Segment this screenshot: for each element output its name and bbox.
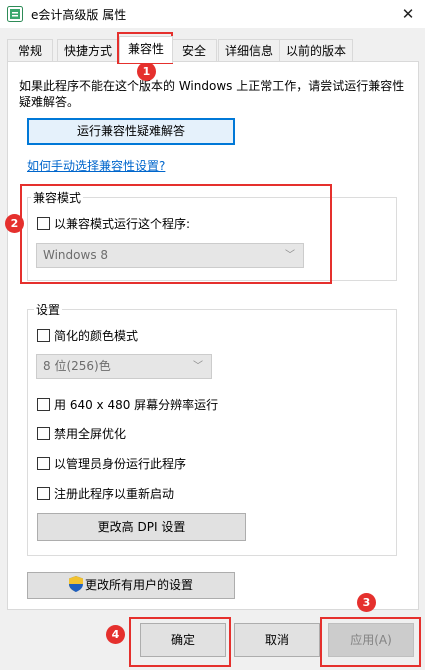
tab-compatibility[interactable]: 兼容性 <box>119 36 173 63</box>
tab-bar: 常规 快捷方式 兼容性 安全 详细信息 以前的版本 <box>7 36 418 63</box>
register-restart-checkbox[interactable] <box>37 487 50 500</box>
title-bar: e会计高级版 属性 ✕ <box>0 0 425 28</box>
tab-details[interactable]: 详细信息 <box>218 39 280 62</box>
run-as-admin-row[interactable]: 以管理员身份运行此程序 <box>37 456 186 472</box>
compat-mode-checkbox[interactable] <box>37 217 50 230</box>
cancel-button[interactable]: 取消 <box>234 623 320 657</box>
intro-text: 如果此程序不能在这个版本的 Windows 上正常工作，请尝试运行兼容性疑难解答… <box>19 79 405 109</box>
app-icon <box>7 6 23 22</box>
disable-fullscreen-row[interactable]: 禁用全屏优化 <box>37 426 126 442</box>
tab-previous-versions[interactable]: 以前的版本 <box>279 39 353 62</box>
annotation-badge-2: 2 <box>5 214 24 233</box>
uac-shield-icon <box>68 576 83 592</box>
reduced-color-row[interactable]: 简化的颜色模式 <box>37 328 138 344</box>
annotation-badge-1: 1 <box>137 62 156 81</box>
compat-mode-group-label: 兼容模式 <box>31 189 84 206</box>
register-restart-label: 注册此程序以重新启动 <box>54 487 175 501</box>
color-depth-select[interactable]: 8 位(256)色 ﹀ <box>36 354 212 379</box>
disable-fullscreen-checkbox[interactable] <box>37 427 50 440</box>
chevron-down-icon: ﹀ <box>285 250 295 261</box>
window-title: e会计高级版 属性 <box>31 8 127 22</box>
annotation-badge-4: 4 <box>106 625 125 644</box>
compat-mode-checkbox-label: 以兼容模式运行这个程序: <box>54 217 191 231</box>
change-all-users-button[interactable]: 更改所有用户的设置 <box>27 572 235 599</box>
compat-mode-group <box>27 197 397 281</box>
chevron-down-icon: ﹀ <box>193 361 203 372</box>
manual-compat-link[interactable]: 如何手动选择兼容性设置? <box>27 157 165 174</box>
compat-mode-checkbox-row[interactable]: 以兼容模式运行这个程序: <box>37 216 190 232</box>
color-depth-select-value: 8 位(256)色 <box>43 359 111 373</box>
reduced-color-checkbox[interactable] <box>37 329 50 342</box>
annotation-badge-3: 3 <box>357 593 376 612</box>
change-all-users-label: 更改所有用户的设置 <box>84 578 193 592</box>
res-640-label: 用 640 x 480 屏幕分辨率运行 <box>54 398 219 412</box>
ok-button[interactable]: 确定 <box>140 623 226 657</box>
settings-group-label: 设置 <box>34 301 63 318</box>
close-icon[interactable]: ✕ <box>391 0 425 28</box>
change-dpi-button[interactable]: 更改高 DPI 设置 <box>37 513 246 541</box>
tab-security[interactable]: 安全 <box>171 39 217 62</box>
res-640-row[interactable]: 用 640 x 480 屏幕分辨率运行 <box>37 397 218 413</box>
tab-general[interactable]: 常规 <box>7 39 53 62</box>
properties-window: e会计高级版 属性 ✕ 常规 快捷方式 兼容性 安全 详细信息 以前的版本 如果… <box>0 0 425 670</box>
tab-shortcut[interactable]: 快捷方式 <box>57 39 119 62</box>
compat-os-select-value: Windows 8 <box>43 248 109 262</box>
run-as-admin-label: 以管理员身份运行此程序 <box>54 457 187 471</box>
register-restart-row[interactable]: 注册此程序以重新启动 <box>37 486 174 502</box>
apply-button: 应用(A) <box>328 623 414 657</box>
run-as-admin-checkbox[interactable] <box>37 457 50 470</box>
run-troubleshooter-button[interactable]: 运行兼容性疑难解答 <box>27 118 235 145</box>
res-640-checkbox[interactable] <box>37 398 50 411</box>
compat-os-select[interactable]: Windows 8 ﹀ <box>36 243 304 268</box>
disable-fullscreen-label: 禁用全屏优化 <box>54 427 127 441</box>
reduced-color-label: 简化的颜色模式 <box>54 329 139 343</box>
